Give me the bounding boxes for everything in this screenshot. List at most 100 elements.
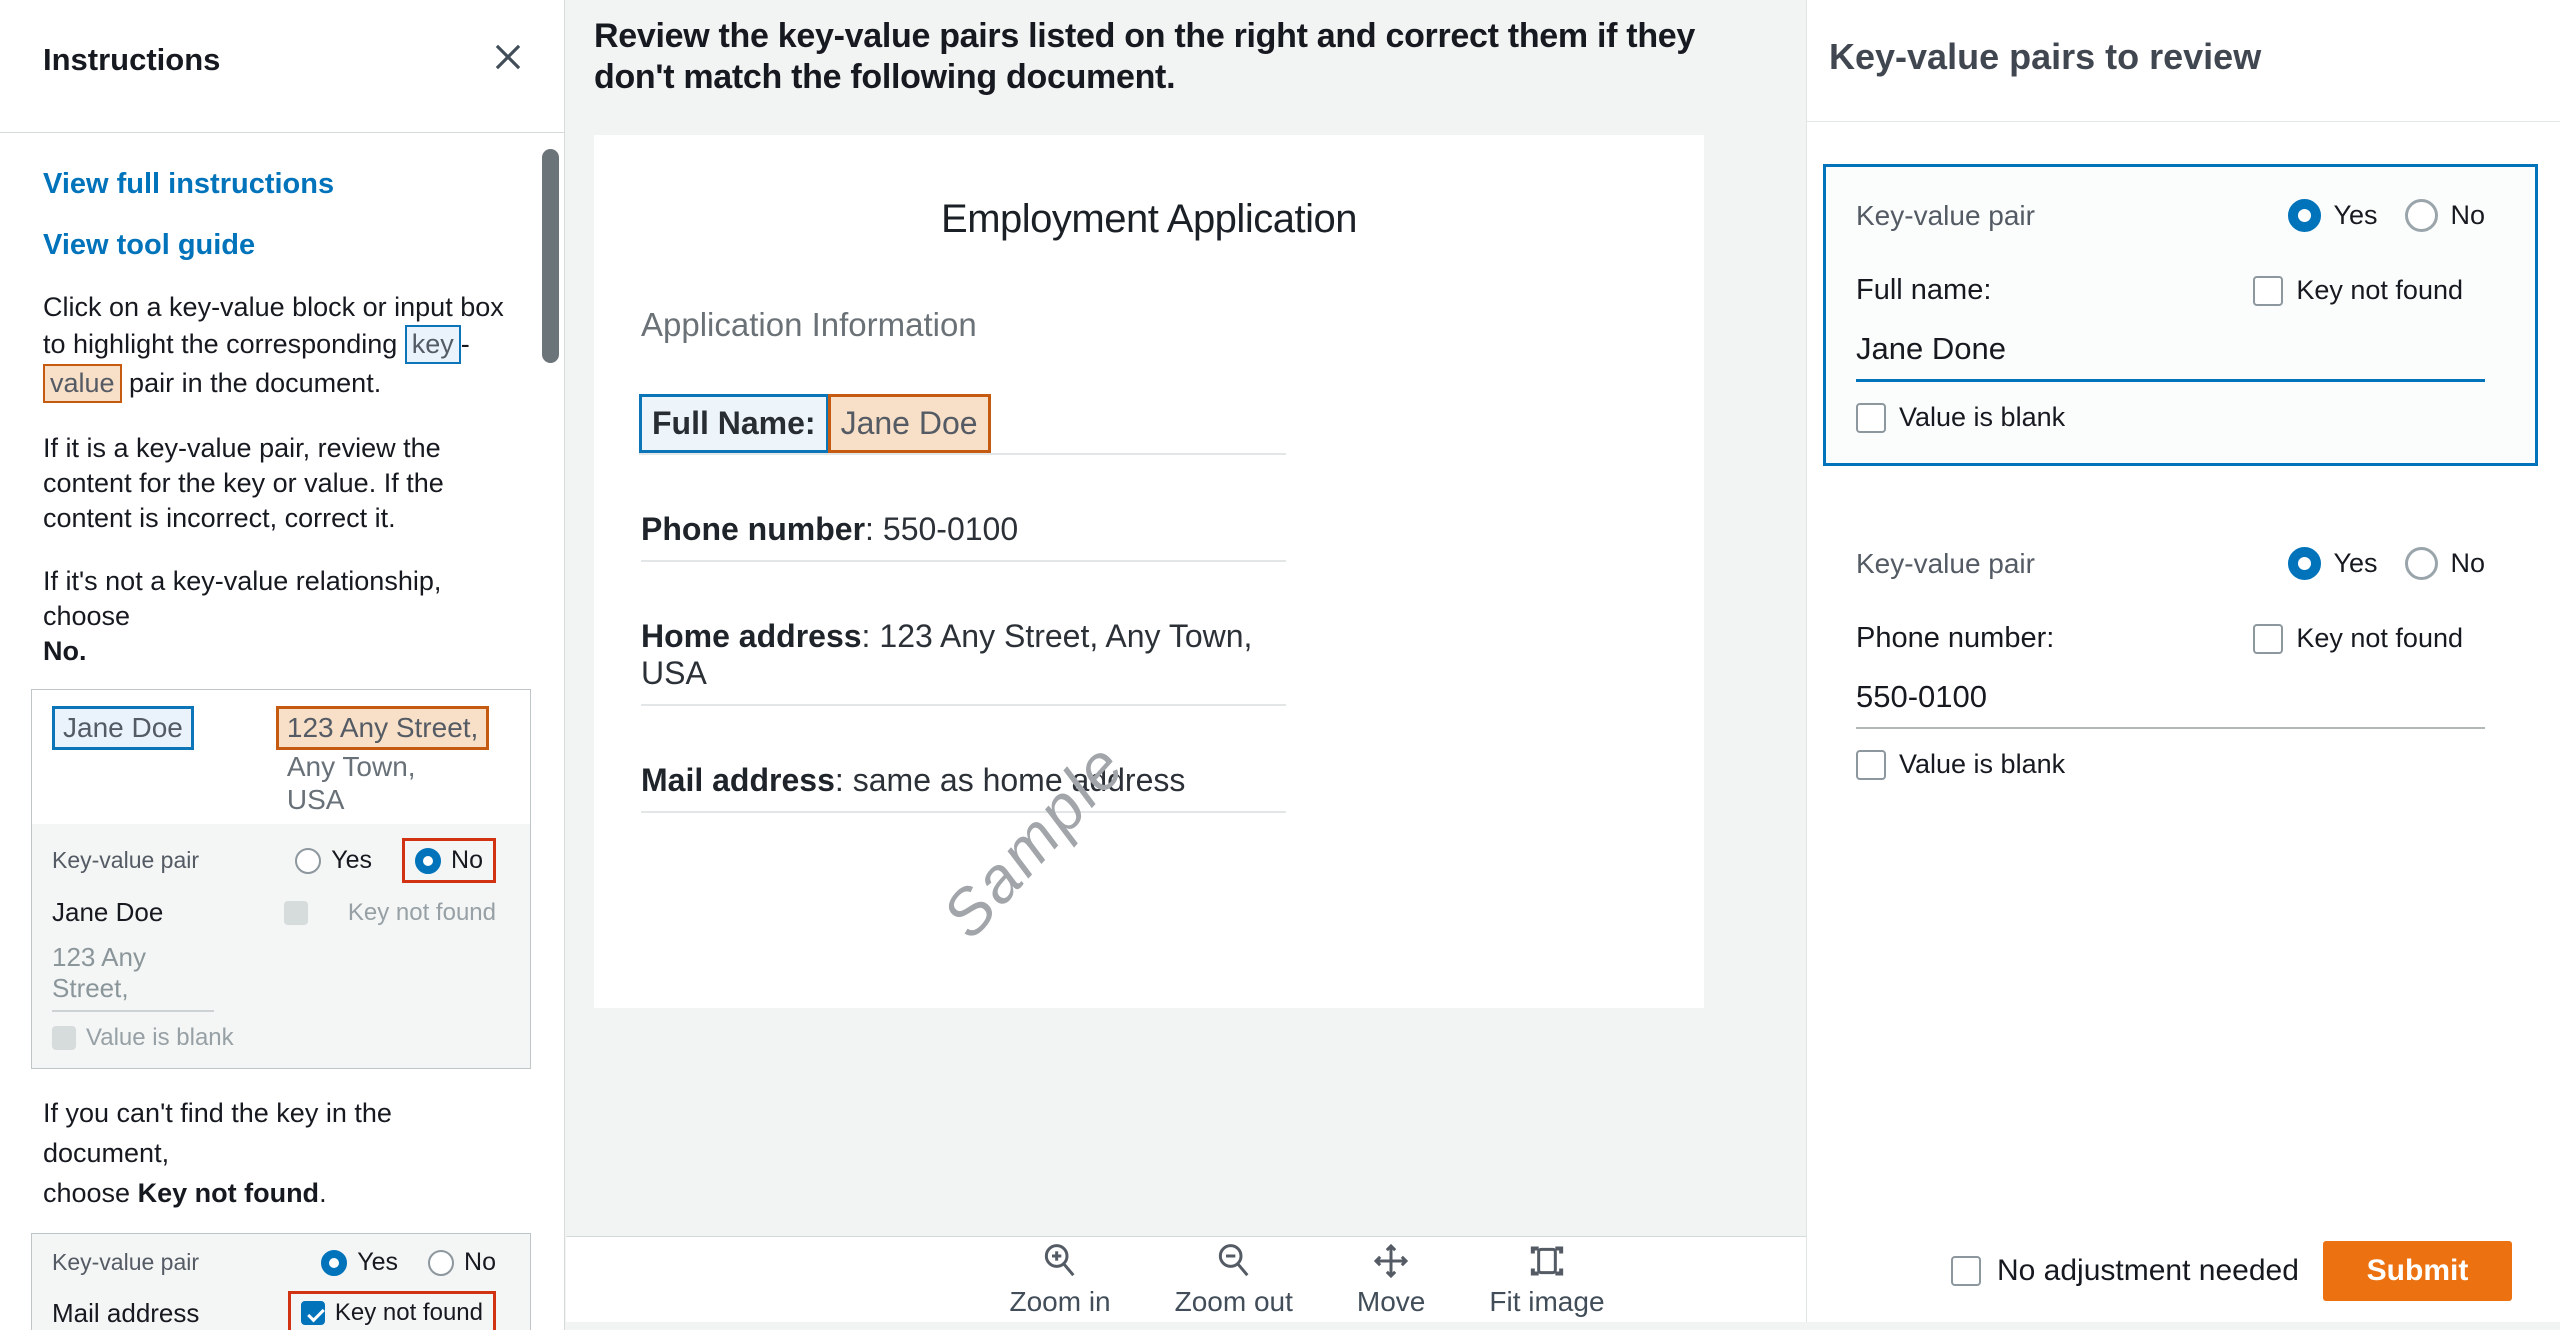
red-annotation-box: No [402,838,496,883]
no-radio-option[interactable]: No [2405,547,2485,580]
doc-field-key: Mail address [641,762,835,798]
doc-field-value: 550-0100 [882,511,1019,547]
instructions-paragraph-4: If you can't find the key in the documen… [43,1093,518,1213]
doc-field-separator: : [834,762,844,798]
zoom-in-icon [1044,1244,1075,1277]
instructions-paragraph-2: If it is a key-value pair, review the co… [43,433,444,533]
tool-label: Zoom in [1009,1286,1111,1317]
card1-radio-group: Yes No [2288,199,2485,232]
yes-radio-label: Yes [331,846,373,874]
yes-radio-option[interactable]: Yes [2288,547,2377,580]
doc-field-separator: : [861,618,871,654]
close-icon [495,44,521,69]
fit-image-button[interactable]: Fit image [1489,1241,1605,1318]
value-is-blank-label: Value is blank [1899,402,2066,432]
example1-key-text: Jane Doe [52,897,164,927]
paragraph-text: If it's not a key-value relationship, ch… [43,566,442,631]
fit-image-icon [1530,1246,1564,1276]
no-radio-label: No [464,1248,496,1276]
yes-radio-label: Yes [2333,200,2378,230]
no-adjustment-label: No adjustment needed [1997,1254,2299,1287]
image-toolbar: Zoom in Zoom out Move Fit image [566,1236,1806,1322]
tool-label: Move [1356,1286,1426,1317]
review-footer: No adjustment needed Submit [1807,1228,2560,1314]
checkbox-checked-icon [300,1301,325,1325]
key-value-pair-label: Key-value pair [1856,199,2035,231]
task-heading: Review the key-value pairs listed on the… [594,17,1695,96]
review-panel: Key-value pairs to review Key-value pair… [1806,0,2560,1322]
card2-radio-group: Yes No [2288,547,2485,580]
instructions-panel: Instructions View full instructions View… [0,0,565,1330]
zoom-in-button[interactable]: Zoom in [1009,1241,1111,1318]
yes-radio-label: Yes [2333,548,2378,578]
yes-radio-option: Yes [295,846,372,875]
kv-card-phone-number[interactable]: Key-value pair Yes No Phone number: Key … [1823,512,2538,813]
card1-value-input[interactable]: Jane Done [1856,331,2485,382]
example1-highlights: Jane Doe 123 Any Street, Any Town, USA [32,690,530,824]
no-adjustment-checkbox[interactable] [1951,1256,1981,1286]
key-value-pair-label: Key-value pair [1856,547,2035,579]
example1-radio-group: Yes No [295,838,496,883]
example1-knf-group: Key not found [283,898,496,927]
value-blank-option[interactable]: Value is blank [1856,749,2505,780]
radio-checked-icon [2288,547,2322,580]
radio-unchecked-icon [428,1249,455,1276]
example1-value-line3: USA [286,784,345,815]
doc-key-highlight[interactable]: Full Name: [639,394,829,453]
key-value-pair-label: Key-value pair [52,847,200,873]
move-icon [1374,1243,1409,1279]
no-radio-option: No [428,1248,496,1277]
example2-key-text: Mail address [52,1297,200,1328]
key-chip-inline: key [404,325,461,364]
paragraph-text: If you can't find the key in the documen… [43,1098,392,1168]
close-button[interactable] [486,36,530,80]
radio-unchecked-icon [2405,547,2439,580]
checkbox-disabled-icon [52,1026,76,1050]
example1-value-blank-row: Value is blank [52,1024,510,1052]
paragraph-text: - [460,329,470,359]
scrollbar-thumb[interactable] [542,149,559,363]
paragraph-bold: Key not found [137,1178,320,1208]
zoom-out-icon [1218,1244,1249,1277]
value-blank-option[interactable]: Value is blank [1856,402,2505,433]
document-field-row: Home address: 123 Any Street, Any Town, U… [641,618,1286,706]
card1-kv-row: Key-value pair Yes No [1856,199,2505,232]
zoom-out-button[interactable]: Zoom out [1175,1241,1293,1318]
submit-button[interactable]: Submit [2323,1241,2512,1301]
paragraph-text: . [319,1178,327,1208]
key-not-found-option[interactable]: Key not found [2253,275,2463,306]
move-button[interactable]: Move [1357,1241,1425,1318]
radio-unchecked-icon [2405,199,2439,232]
key-not-found-label: Key not found [347,898,496,926]
document-field-row: Mail address: same as home address [641,762,1286,813]
review-title: Key-value pairs to review [1829,36,2262,77]
card2-value-input[interactable]: 550-0100 [1856,679,2485,729]
document-preview[interactable]: Employment Application Application Infor… [594,135,1704,1008]
yes-radio-option: Yes [321,1248,398,1277]
red-annotation-box: Key not found [287,1291,496,1330]
no-radio-option[interactable]: No [2405,199,2485,232]
radio-checked-icon [415,847,442,874]
example1-key-row: Jane Doe Key not found [52,897,510,928]
example2-key-row: Mail address Key not found [52,1291,510,1330]
doc-value-highlight[interactable]: Jane Doe [827,394,991,453]
document-title: Employment Application [941,197,1357,241]
kv-card-full-name[interactable]: Key-value pair Yes No Full name: Key not… [1823,164,2538,466]
instructions-paragraph-3: If it's not a key-value relationship, ch… [43,564,518,669]
paragraph-bold: No. [43,636,87,666]
no-radio-label: No [2450,200,2485,230]
no-radio-label: No [451,846,483,874]
example-key-not-found: Key-value pair Yes No Mail address Key n… [31,1233,531,1330]
tool-label: Fit image [1489,1286,1605,1317]
checkbox-unchecked-icon [1856,402,1886,433]
yes-radio-option[interactable]: Yes [2288,199,2377,232]
example1-value-column: 123 Any Street, Any Town, USA [275,706,490,816]
key-not-found-option[interactable]: Key not found [2253,623,2463,654]
no-radio-option: No [415,846,483,875]
instructions-paragraph-1: Click on a key-value block or input box … [43,290,518,403]
view-full-instructions-link[interactable]: View full instructions [43,168,518,201]
view-tool-guide-link[interactable]: View tool guide [43,229,518,262]
example1-value-highlight: 123 Any Street, [275,706,490,750]
paragraph-text: pair in the document. [121,368,382,398]
document-field-row-highlighted: Full Name: Jane Doe [639,394,1286,455]
